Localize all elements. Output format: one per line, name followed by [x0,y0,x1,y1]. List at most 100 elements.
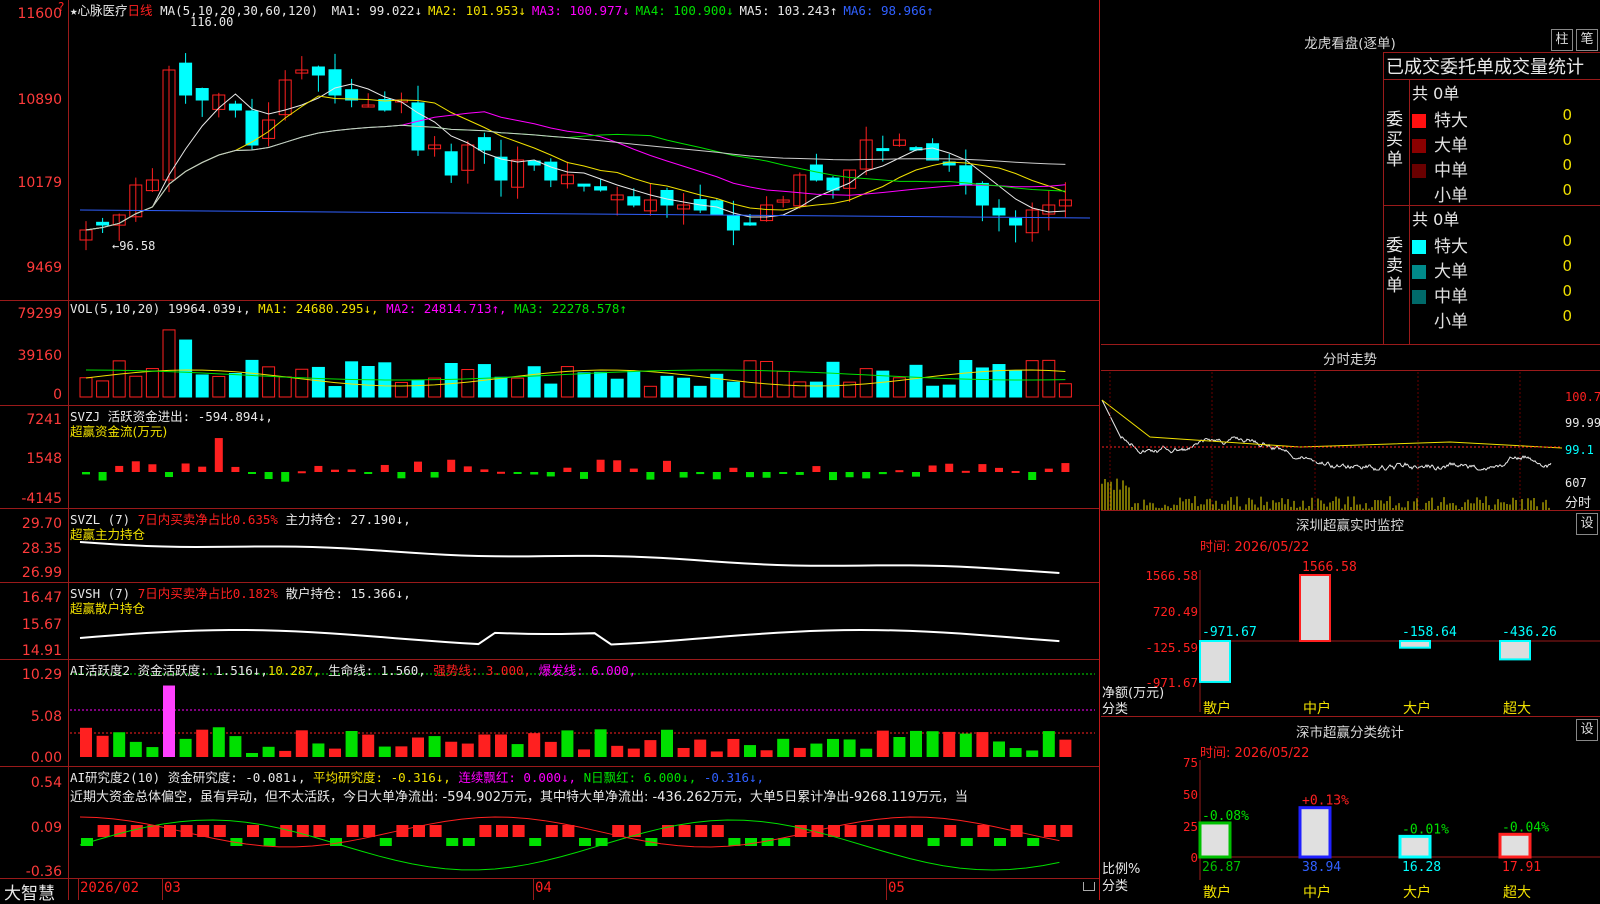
activity-bar [229,736,242,757]
ma-line [79,209,1091,219]
volume-bar [660,375,674,398]
activity-bar [1009,748,1022,757]
date-tick: 03 [164,880,181,896]
cls-xlabel: 分类 [1102,879,1129,894]
activity-bar [129,741,142,757]
stock-name[interactable]: ★心脉医疗 [70,3,128,18]
sz-bar [1199,640,1231,683]
ai2-title[interactable]: AI研究度2(10) [70,770,160,785]
chart-canvas[interactable] [0,0,1100,900]
activity-bar [594,729,607,757]
activity-bar [378,746,391,757]
order-count: 0 [1562,307,1572,325]
activity-bar [113,732,126,757]
color-swatch-icon [1412,114,1426,128]
intraday-avg-line [1101,399,1563,449]
order-row: 特大00% [1412,232,1600,257]
tick-view-button[interactable]: 笔 [1576,29,1598,51]
candlestick [1009,218,1023,226]
research-bar [545,825,558,837]
svzj-subtitle: 超赢资金流(万元) [70,424,168,439]
y-tick: 11600 [17,6,62,22]
sz-settings-button[interactable]: 设 [1576,513,1598,535]
vol-title[interactable]: VOL(5,10,20) [70,301,160,316]
activity-bar [727,738,740,757]
holding-line [79,541,1060,574]
research-bar [927,838,940,846]
activity-bar [827,738,839,757]
bar-view-button[interactable]: 柱 [1551,29,1573,51]
research-bar [213,825,226,837]
date-tick: 04 [535,880,552,896]
volume-bar [145,368,159,398]
flow-bar [945,463,954,472]
cls-title: 深市超赢分类统计 [1296,725,1404,741]
volume-bar [826,361,840,398]
flow-bar [148,464,157,472]
research-bar [960,838,973,846]
volume-bar [278,376,292,398]
cls-settings-button[interactable]: 设 [1576,719,1598,741]
flow-bar [231,466,240,472]
volume-bar [1058,383,1072,398]
svzl-subtitle: 超赢主力持仓 [70,527,146,542]
ai1-title[interactable]: AI活跃度2 [70,663,130,678]
lock-icon[interactable] [1083,882,1095,891]
flow-bar [314,465,323,472]
category-label: 中户 [1303,885,1331,901]
activity-bar [876,730,889,757]
research-bar [745,838,757,846]
flow-bar [198,466,207,472]
panel-divider [1099,0,1100,900]
volume-bar [212,375,226,398]
order-count: 0 [1562,257,1572,275]
intraday-tick: 100.7 [1565,390,1600,404]
research-bar [678,825,691,837]
ai1-burst: 爆发线: 6.000, [538,663,637,678]
color-swatch-icon [1412,315,1426,329]
activity-bar [860,748,873,757]
cls-bar-value: 17.91 [1502,860,1541,875]
flow-bar [746,472,754,478]
order-size-label: 特大 [1434,111,1468,131]
order-size-label: 大单 [1434,262,1468,282]
order-row: 大单00% [1412,131,1600,156]
flow-bar [397,472,406,479]
ma-value: MA5: 103.243↑ [739,3,838,18]
volume-bar [162,329,176,398]
activity-bar [1026,750,1039,757]
research-bar [844,825,857,837]
intraday-tick: 分时 [1565,496,1592,511]
category-label: 大户 [1403,701,1431,717]
cls-bar-delta: -0.04% [1502,820,1549,835]
flow-bar [895,470,904,473]
research-bar [313,825,326,837]
ma-line [85,95,1066,231]
period-label[interactable]: 日线 [128,3,153,18]
research-bar [977,825,990,837]
activity-bar [295,730,308,757]
brand-logo[interactable]: 大智慧 [4,879,55,904]
flow-bar [430,472,439,478]
volume-bar [793,381,807,398]
flow-bar [297,471,306,474]
cls-bar-value: 16.28 [1402,860,1441,875]
flow-bar [812,466,821,472]
y-tick: 16.47 [21,590,62,606]
cls-tick: 75 [1182,755,1198,770]
volume-bar [909,364,923,398]
activity-bar [362,734,375,757]
y-tick: 29.70 [21,516,62,532]
category-label: 散户 [1203,701,1231,717]
category-label: 超大 [1503,701,1531,717]
svsh-ratio: 7日内买卖净占比0.182% [137,586,278,601]
research-bar [579,838,591,846]
activity-bar [445,741,458,757]
volume-bar [643,385,657,398]
y-tick: 10.29 [21,667,62,683]
volume-bar [677,377,691,398]
flow-bar [447,459,456,472]
candlestick [228,103,242,111]
y-tick: 5.08 [30,709,62,725]
date-tick: 05 [888,880,905,896]
